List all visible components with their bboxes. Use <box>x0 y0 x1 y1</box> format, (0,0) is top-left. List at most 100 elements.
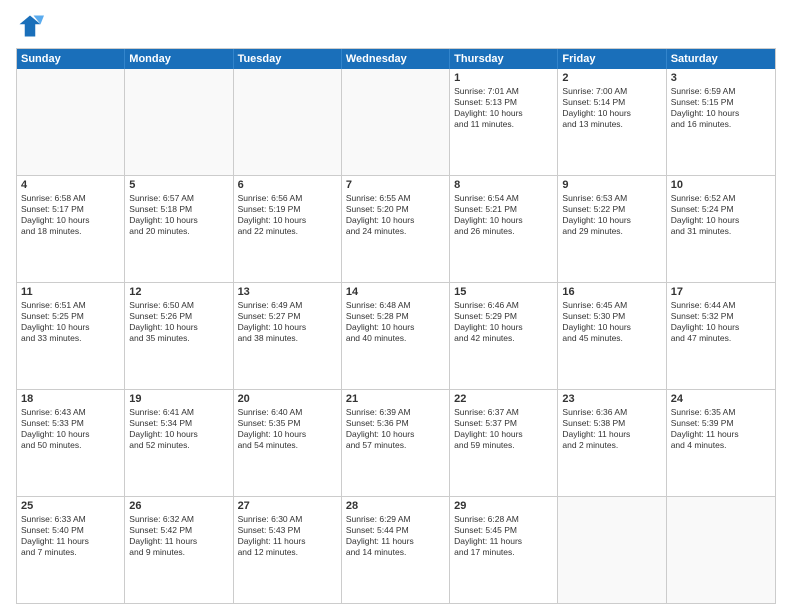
calendar-cell-21: 21Sunrise: 6:39 AMSunset: 5:36 PMDayligh… <box>342 390 450 496</box>
cell-info-line: and 40 minutes. <box>346 333 445 344</box>
weekday-header-monday: Monday <box>125 49 233 69</box>
day-number: 26 <box>129 500 228 512</box>
cell-info-line: and 45 minutes. <box>562 333 661 344</box>
cell-info-line: Sunset: 5:29 PM <box>454 311 553 322</box>
weekday-header-thursday: Thursday <box>450 49 558 69</box>
cell-info-line: and 20 minutes. <box>129 226 228 237</box>
cell-info-line: Sunset: 5:18 PM <box>129 204 228 215</box>
cell-info-line: Daylight: 11 hours <box>129 536 228 547</box>
cell-info-line: Sunrise: 6:52 AM <box>671 193 771 204</box>
cell-info-line: Daylight: 10 hours <box>454 108 553 119</box>
weekday-header-sunday: Sunday <box>17 49 125 69</box>
calendar-cell-empty-6 <box>667 497 775 603</box>
calendar-cell-empty-2 <box>234 69 342 175</box>
day-number: 24 <box>671 393 771 405</box>
day-number: 15 <box>454 286 553 298</box>
cell-info-line: Sunrise: 6:53 AM <box>562 193 661 204</box>
weekday-header-friday: Friday <box>558 49 666 69</box>
cell-info-line: Sunrise: 7:00 AM <box>562 86 661 97</box>
day-number: 5 <box>129 179 228 191</box>
day-number: 18 <box>21 393 120 405</box>
cell-info-line: Daylight: 10 hours <box>346 215 445 226</box>
calendar-cell-14: 14Sunrise: 6:48 AMSunset: 5:28 PMDayligh… <box>342 283 450 389</box>
cell-info-line: and 38 minutes. <box>238 333 337 344</box>
weekday-header-tuesday: Tuesday <box>234 49 342 69</box>
cell-info-line: Sunset: 5:40 PM <box>21 525 120 536</box>
day-number: 4 <box>21 179 120 191</box>
calendar-cell-10: 10Sunrise: 6:52 AMSunset: 5:24 PMDayligh… <box>667 176 775 282</box>
calendar-cell-15: 15Sunrise: 6:46 AMSunset: 5:29 PMDayligh… <box>450 283 558 389</box>
cell-info-line: and 18 minutes. <box>21 226 120 237</box>
cell-info-line: Daylight: 10 hours <box>21 322 120 333</box>
calendar-cell-13: 13Sunrise: 6:49 AMSunset: 5:27 PMDayligh… <box>234 283 342 389</box>
calendar-cell-28: 28Sunrise: 6:29 AMSunset: 5:44 PMDayligh… <box>342 497 450 603</box>
cell-info-line: Sunset: 5:36 PM <box>346 418 445 429</box>
day-number: 13 <box>238 286 337 298</box>
cell-info-line: Daylight: 10 hours <box>671 215 771 226</box>
calendar-cell-11: 11Sunrise: 6:51 AMSunset: 5:25 PMDayligh… <box>17 283 125 389</box>
cell-info-line: and 47 minutes. <box>671 333 771 344</box>
cell-info-line: Daylight: 10 hours <box>454 429 553 440</box>
calendar-cell-12: 12Sunrise: 6:50 AMSunset: 5:26 PMDayligh… <box>125 283 233 389</box>
cell-info-line: and 16 minutes. <box>671 119 771 130</box>
cell-info-line: Daylight: 10 hours <box>346 322 445 333</box>
day-number: 20 <box>238 393 337 405</box>
cell-info-line: Daylight: 10 hours <box>562 215 661 226</box>
cell-info-line: Sunset: 5:15 PM <box>671 97 771 108</box>
day-number: 3 <box>671 72 771 84</box>
cell-info-line: Sunrise: 6:44 AM <box>671 300 771 311</box>
cell-info-line: and 52 minutes. <box>129 440 228 451</box>
calendar-row-1: 1Sunrise: 7:01 AMSunset: 5:13 PMDaylight… <box>17 69 775 176</box>
calendar-cell-23: 23Sunrise: 6:36 AMSunset: 5:38 PMDayligh… <box>558 390 666 496</box>
day-number: 22 <box>454 393 553 405</box>
cell-info-line: and 26 minutes. <box>454 226 553 237</box>
cell-info-line: Sunset: 5:45 PM <box>454 525 553 536</box>
day-number: 1 <box>454 72 553 84</box>
cell-info-line: Daylight: 10 hours <box>129 215 228 226</box>
cell-info-line: Sunrise: 6:46 AM <box>454 300 553 311</box>
cell-info-line: Sunset: 5:39 PM <box>671 418 771 429</box>
cell-info-line: Sunset: 5:32 PM <box>671 311 771 322</box>
cell-info-line: Sunrise: 6:48 AM <box>346 300 445 311</box>
cell-info-line: Daylight: 11 hours <box>346 536 445 547</box>
calendar-cell-9: 9Sunrise: 6:53 AMSunset: 5:22 PMDaylight… <box>558 176 666 282</box>
cell-info-line: Sunrise: 6:32 AM <box>129 514 228 525</box>
calendar-cell-3: 3Sunrise: 6:59 AMSunset: 5:15 PMDaylight… <box>667 69 775 175</box>
day-number: 16 <box>562 286 661 298</box>
cell-info-line: Daylight: 10 hours <box>562 322 661 333</box>
cell-info-line: Daylight: 10 hours <box>238 215 337 226</box>
calendar-cell-19: 19Sunrise: 6:41 AMSunset: 5:34 PMDayligh… <box>125 390 233 496</box>
cell-info-line: and 31 minutes. <box>671 226 771 237</box>
calendar-cell-empty-5 <box>558 497 666 603</box>
cell-info-line: and 42 minutes. <box>454 333 553 344</box>
weekday-header-saturday: Saturday <box>667 49 775 69</box>
cell-info-line: Sunrise: 6:54 AM <box>454 193 553 204</box>
cell-info-line: and 7 minutes. <box>21 547 120 558</box>
cell-info-line: Sunset: 5:17 PM <box>21 204 120 215</box>
calendar-cell-25: 25Sunrise: 6:33 AMSunset: 5:40 PMDayligh… <box>17 497 125 603</box>
calendar-cell-24: 24Sunrise: 6:35 AMSunset: 5:39 PMDayligh… <box>667 390 775 496</box>
cell-info-line: Daylight: 11 hours <box>454 536 553 547</box>
day-number: 28 <box>346 500 445 512</box>
calendar-cell-18: 18Sunrise: 6:43 AMSunset: 5:33 PMDayligh… <box>17 390 125 496</box>
cell-info-line: Daylight: 10 hours <box>671 322 771 333</box>
cell-info-line: Daylight: 10 hours <box>129 322 228 333</box>
weekday-header-wednesday: Wednesday <box>342 49 450 69</box>
cell-info-line: Daylight: 10 hours <box>346 429 445 440</box>
cell-info-line: and 57 minutes. <box>346 440 445 451</box>
cell-info-line: and 22 minutes. <box>238 226 337 237</box>
calendar-cell-empty-3 <box>342 69 450 175</box>
cell-info-line: and 14 minutes. <box>346 547 445 558</box>
day-number: 29 <box>454 500 553 512</box>
cell-info-line: and 17 minutes. <box>454 547 553 558</box>
cell-info-line: and 13 minutes. <box>562 119 661 130</box>
cell-info-line: and 35 minutes. <box>129 333 228 344</box>
cell-info-line: Sunrise: 6:30 AM <box>238 514 337 525</box>
cell-info-line: Sunset: 5:20 PM <box>346 204 445 215</box>
cell-info-line: Sunrise: 6:59 AM <box>671 86 771 97</box>
cell-info-line: Sunset: 5:38 PM <box>562 418 661 429</box>
cell-info-line: Sunrise: 6:41 AM <box>129 407 228 418</box>
cell-info-line: Sunrise: 6:57 AM <box>129 193 228 204</box>
day-number: 6 <box>238 179 337 191</box>
cell-info-line: Sunrise: 6:39 AM <box>346 407 445 418</box>
